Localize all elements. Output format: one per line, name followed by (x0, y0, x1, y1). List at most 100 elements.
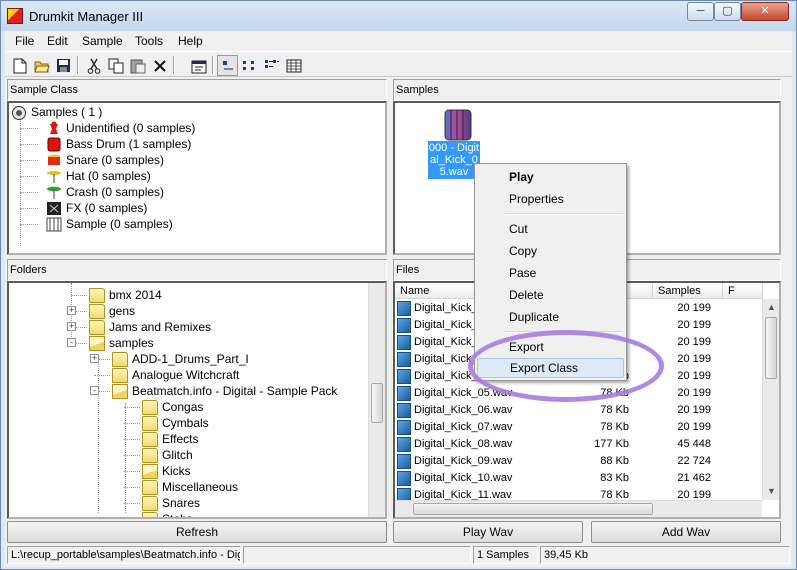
ctx-separator (505, 213, 623, 215)
folders-header: Folders (7, 259, 387, 281)
menu-edit[interactable]: Edit (47, 34, 68, 48)
menu-file[interactable]: File (15, 34, 34, 48)
files-vertical-scrollbar[interactable]: ▲ ▼ (762, 299, 779, 500)
scroll-down-arrow-icon[interactable]: ▼ (763, 483, 779, 500)
folder-tree-item[interactable]: Cymbals (142, 415, 209, 431)
tree-connector (20, 160, 38, 161)
tree-connector (124, 439, 140, 440)
ctx-paste[interactable]: Pase (477, 263, 624, 283)
folder-icon (142, 415, 158, 431)
folder-tree-item[interactable]: Stabs (142, 511, 193, 517)
sample-class-item[interactable]: Hat (0 samples) (46, 168, 151, 184)
ctx-duplicate[interactable]: Duplicate (477, 307, 624, 327)
wav-file-icon (397, 369, 411, 384)
minimize-button[interactable]: ─ (687, 2, 714, 21)
toolbar-separator (212, 56, 214, 74)
folder-tree-item[interactable]: Glitch (142, 447, 193, 463)
copy-icon[interactable] (105, 55, 126, 76)
wav-file-icon (397, 301, 411, 316)
menu-tools[interactable]: Tools (135, 34, 163, 48)
folder-tree-item[interactable]: ADD-1_Drums_Part_I (112, 351, 249, 367)
folder-label: Effects (162, 432, 199, 446)
wav-sample-icon[interactable] (443, 109, 473, 141)
properties-icon[interactable] (188, 55, 209, 76)
tree-connector (124, 471, 140, 472)
folder-tree-item[interactable]: bmx 2014 (89, 287, 162, 303)
collapse-icon[interactable]: - (67, 338, 76, 347)
file-name: Digital_Kick_06.wav (414, 404, 513, 416)
hat-icon (47, 170, 61, 183)
files-horizontal-scrollbar[interactable] (395, 500, 762, 517)
ctx-delete[interactable]: Delete (477, 285, 624, 305)
menu-help[interactable]: Help (178, 34, 203, 48)
cut-icon[interactable] (83, 55, 104, 76)
folder-label: ADD-1_Drums_Part_I (132, 352, 249, 366)
folder-tree-item[interactable]: Effects (142, 431, 198, 447)
tree-connector (20, 208, 38, 209)
folder-tree-item[interactable]: Jams and Remixes (89, 319, 211, 335)
play-wav-button[interactable]: Play Wav (393, 521, 583, 543)
ctx-play[interactable]: Play (477, 167, 624, 187)
table-row[interactable]: Digital_Kick_10.wav 83 Kb 21 462 (395, 470, 767, 487)
sample-class-label: Bass Drum (1 samples) (66, 137, 192, 151)
table-row[interactable]: Digital_Kick_08.wav 177 Kb 45 448 (395, 436, 767, 453)
paste-icon[interactable] (127, 55, 148, 76)
scroll-up-arrow-icon[interactable]: ▲ (763, 299, 779, 316)
folder-label: Analogue Witchcraft (132, 368, 240, 382)
menu-sample[interactable]: Sample (82, 34, 123, 48)
folder-icon (142, 495, 158, 511)
column-header-samples[interactable]: Samples (653, 283, 723, 299)
folder-tree-item[interactable]: Snares (142, 495, 200, 511)
table-row[interactable]: Digital_Kick_09.wav 88 Kb 22 724 (395, 453, 767, 470)
close-button[interactable]: ✕ (741, 2, 789, 21)
sample-class-item[interactable]: Snare (0 samples) (46, 152, 164, 168)
refresh-button[interactable]: Refresh (7, 521, 387, 543)
save-icon[interactable] (53, 55, 74, 76)
file-size: 83 Kb (600, 472, 629, 484)
sample-class-item[interactable]: Sample (0 samples) (46, 216, 173, 232)
collapse-icon[interactable]: - (90, 386, 99, 395)
files-scroll-thumb[interactable] (765, 317, 777, 379)
table-row[interactable]: Digital_Kick_06.wav 78 Kb 20 199 (395, 402, 767, 419)
sample-class-item[interactable]: Unidentified (0 samples) (46, 120, 195, 136)
expand-icon[interactable]: + (90, 354, 99, 363)
sample-item-label[interactable]: 000 - Digital_Kick_05.wav (428, 141, 480, 179)
column-header-format[interactable]: F (723, 283, 763, 299)
sample-class-item[interactable]: FX (0 samples) (46, 200, 147, 216)
small-icons-view-icon[interactable] (239, 55, 260, 76)
expand-icon[interactable]: + (67, 322, 76, 331)
folders-tree[interactable]: bmx 2014 + gens + Jams and Remixes - samples + A… (7, 281, 387, 519)
sample-class-item[interactable]: Crash (0 samples) (46, 184, 164, 200)
sample-class-label: Crash (0 samples) (66, 185, 165, 199)
folder-tree-item[interactable]: Congas (142, 399, 203, 415)
title-bar[interactable]: Drumkit Manager III ─ ▢ ✕ (1, 1, 796, 31)
sample-class-tree[interactable]: Samples ( 1 ) Unidentified (0 samples) Ba… (7, 101, 387, 255)
open-folder-icon[interactable] (31, 55, 52, 76)
add-wav-button[interactable]: Add Wav (591, 521, 781, 543)
expand-icon[interactable]: + (67, 306, 76, 315)
ctx-cut[interactable]: Cut (477, 219, 624, 239)
folder-tree-item[interactable]: samples (89, 335, 154, 351)
client-area: File Edit Sample Tools Help Sample Class… (5, 31, 792, 567)
details-view-icon[interactable] (283, 55, 304, 76)
folder-tree-item[interactable]: Beatmatch.info - Digital - Sample Pack (112, 383, 337, 399)
list-view-icon[interactable] (261, 55, 282, 76)
large-icons-view-icon[interactable] (217, 55, 238, 76)
delete-icon[interactable] (149, 55, 170, 76)
folders-scroll-thumb[interactable] (371, 383, 383, 423)
ctx-properties[interactable]: Properties (477, 189, 624, 209)
files-hscroll-thumb[interactable] (413, 503, 653, 515)
folder-tree-item[interactable]: Miscellaneous (142, 479, 238, 495)
wav-file-icon (397, 437, 411, 452)
table-row[interactable]: Digital_Kick_07.wav 78 Kb 20 199 (395, 419, 767, 436)
wav-file-icon (397, 403, 411, 418)
tree-root-samples[interactable]: Samples ( 1 ) (11, 104, 102, 120)
sample-class-item[interactable]: Bass Drum (1 samples) (46, 136, 191, 152)
maximize-button[interactable]: ▢ (714, 2, 741, 21)
folder-tree-item[interactable]: gens (89, 303, 135, 319)
folder-tree-item[interactable]: Analogue Witchcraft (112, 367, 239, 383)
folders-vertical-scrollbar[interactable] (368, 283, 385, 517)
folder-tree-item[interactable]: Kicks (142, 463, 191, 479)
new-file-icon[interactable] (9, 55, 30, 76)
ctx-copy[interactable]: Copy (477, 241, 624, 261)
